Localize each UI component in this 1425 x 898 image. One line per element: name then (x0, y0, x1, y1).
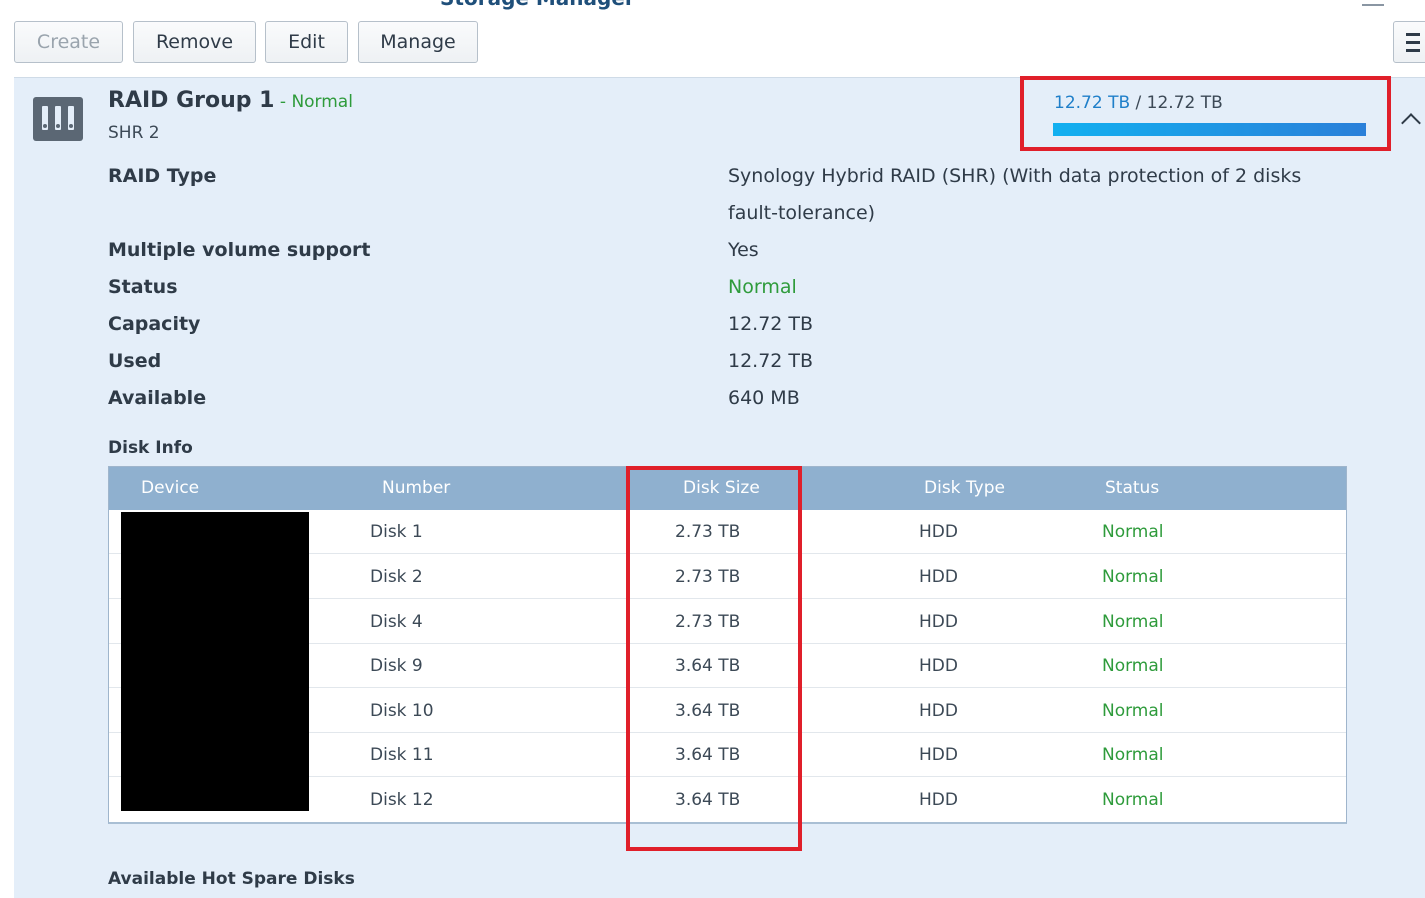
prop-label-used: Used (108, 350, 162, 372)
prop-value-status: Normal (728, 276, 797, 298)
prop-label-capacity: Capacity (108, 313, 201, 335)
raid-disks-icon (33, 97, 83, 141)
disk-size-highlight-box (626, 466, 802, 851)
column-header-device[interactable]: Device (141, 467, 199, 510)
prop-value-available: 640 MB (728, 387, 800, 409)
view-toggle-icon[interactable] (1393, 21, 1425, 63)
minimize-icon[interactable] (1362, 0, 1384, 6)
disk-info-title: Disk Info (108, 438, 193, 458)
usage-highlight-box (1020, 76, 1391, 151)
cell-status: Normal (1102, 656, 1164, 676)
window-title: Storage Manager (440, 0, 635, 10)
hot-spare-title: Available Hot Spare Disks (108, 869, 355, 889)
raid-type-short: SHR 2 (108, 123, 160, 143)
cell-status: Normal (1102, 567, 1164, 587)
column-header-status[interactable]: Status (1105, 467, 1159, 510)
cell-status: Normal (1102, 701, 1164, 721)
raid-group-name: RAID Group 1 (108, 88, 275, 113)
cell-number: Disk 12 (370, 790, 434, 810)
cell-number: Disk 11 (370, 745, 434, 765)
prop-label-raid-type: RAID Type (108, 165, 217, 187)
create-button[interactable]: Create (14, 21, 123, 63)
prop-value-used: 12.72 TB (728, 350, 814, 372)
cell-disk-type: HDD (919, 701, 958, 721)
cell-disk-type: HDD (919, 522, 958, 542)
cell-number: Disk 9 (370, 656, 423, 676)
edit-button[interactable]: Edit (265, 21, 348, 63)
cell-status: Normal (1102, 612, 1164, 632)
cell-number: Disk 1 (370, 522, 423, 542)
raid-status-badge: Normal (291, 92, 353, 112)
cell-disk-type: HDD (919, 790, 958, 810)
manage-button[interactable]: Manage (358, 21, 478, 63)
cell-status: Normal (1102, 522, 1164, 542)
cell-status: Normal (1102, 790, 1164, 810)
prop-value-raid-type: Synology Hybrid RAID (SHR) (With data pr… (728, 165, 1302, 187)
column-header-number[interactable]: Number (382, 467, 450, 510)
cell-disk-type: HDD (919, 612, 958, 632)
prop-label-multiple-volume: Multiple volume support (108, 239, 371, 261)
cell-number: Disk 10 (370, 701, 434, 721)
cell-number: Disk 2 (370, 567, 423, 587)
prop-value-capacity: 12.72 TB (728, 313, 814, 335)
cell-disk-type: HDD (919, 656, 958, 676)
cell-status: Normal (1102, 745, 1164, 765)
prop-value-raid-type-cont: fault-tolerance) (728, 202, 876, 224)
raid-group-title: RAID Group 1 - Normal (108, 88, 353, 113)
cell-number: Disk 4 (370, 612, 423, 632)
prop-label-available: Available (108, 387, 207, 409)
cell-disk-type: HDD (919, 745, 958, 765)
remove-button[interactable]: Remove (133, 21, 256, 63)
redacted-device-column (121, 512, 309, 811)
prop-label-status: Status (108, 276, 178, 298)
column-header-disk-type[interactable]: Disk Type (924, 467, 1005, 510)
raid-separator: - (274, 92, 292, 112)
prop-value-multiple-volume: Yes (728, 239, 759, 261)
cell-disk-type: HDD (919, 567, 958, 587)
